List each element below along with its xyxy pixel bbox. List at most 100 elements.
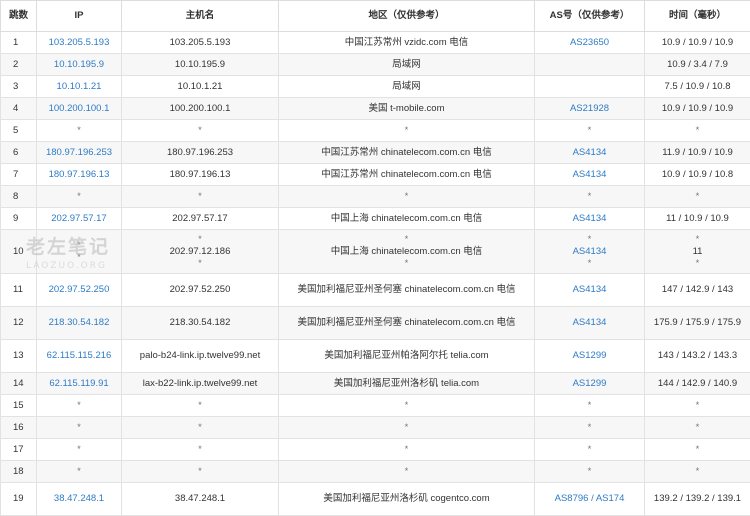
hop-text: 15 bbox=[13, 400, 33, 412]
asn-link[interactable]: AS4134 bbox=[538, 246, 641, 258]
hop-text: 13 bbox=[13, 350, 33, 362]
hostname-cell: 218.30.54.182 bbox=[122, 307, 279, 340]
time-text: 10.9 / 10.9 / 10.9 bbox=[648, 103, 747, 115]
table-row: 8***** bbox=[1, 186, 750, 208]
location-cell: 中国江苏常州 chinatelecom.com.cn 电信 bbox=[279, 164, 535, 186]
loc-text: 局域网 bbox=[285, 81, 528, 93]
hop-cell: 15 bbox=[1, 395, 37, 417]
time-cell: * bbox=[645, 439, 750, 461]
asn-link[interactable]: AS4134 bbox=[538, 147, 641, 159]
location-cell: 美国加利福尼亚州帕洛阿尔托 telia.com bbox=[279, 340, 535, 373]
location-cell: 美国加利福尼亚州圣何塞 chinatelecom.com.cn 电信 bbox=[279, 274, 535, 307]
ip-cell: 180.97.196.253 bbox=[37, 142, 122, 164]
ip-link[interactable]: 100.200.100.1 bbox=[40, 103, 118, 115]
hostname-cell: * bbox=[122, 417, 279, 439]
table-row: 5***** bbox=[1, 120, 750, 142]
hop-text: 9 bbox=[13, 213, 33, 225]
ip-text: * bbox=[40, 125, 118, 137]
ip-link[interactable]: 202.97.57.17 bbox=[40, 213, 118, 225]
asn-cell: * bbox=[535, 417, 645, 439]
hop-text: 10 bbox=[13, 246, 33, 258]
location-cell: 局域网 bbox=[279, 54, 535, 76]
table-row: 1938.47.248.138.47.248.1美国加利福尼亚州洛杉矶 coge… bbox=[1, 483, 750, 516]
asn-link[interactable]: AS1299 bbox=[538, 350, 641, 362]
ip-text: * bbox=[40, 466, 118, 478]
as-text: * bbox=[538, 466, 641, 478]
loc-text: * bbox=[285, 258, 528, 270]
table-row: 6180.97.196.253180.97.196.253中国江苏常州 chin… bbox=[1, 142, 750, 164]
time-text: 11 / 10.9 / 10.9 bbox=[648, 213, 747, 225]
location-cell: * bbox=[279, 186, 535, 208]
table-row: 12218.30.54.182218.30.54.182美国加利福尼亚州圣何塞 … bbox=[1, 307, 750, 340]
asn-cell: AS1299 bbox=[535, 373, 645, 395]
ip-cell: * bbox=[37, 395, 122, 417]
asn-link[interactable]: AS21928 bbox=[538, 103, 641, 115]
host-text: * bbox=[125, 466, 275, 478]
time-cell: * bbox=[645, 120, 750, 142]
hop-cell: 14 bbox=[1, 373, 37, 395]
time-cell: 10.9 / 10.9 / 10.8 bbox=[645, 164, 750, 186]
hop-cell: 10 bbox=[1, 230, 37, 274]
hop-cell: 9 bbox=[1, 208, 37, 230]
asn-link[interactable]: AS4134 bbox=[538, 213, 641, 225]
loc-text: 中国上海 chinatelecom.com.cn 电信 bbox=[285, 246, 528, 258]
as-text: * bbox=[538, 444, 641, 456]
loc-text: 美国 t-mobile.com bbox=[285, 103, 528, 115]
ip-cell: 62.115.115.216 bbox=[37, 340, 122, 373]
ip-cell: * bbox=[37, 417, 122, 439]
location-cell: * bbox=[279, 439, 535, 461]
asn-cell bbox=[535, 54, 645, 76]
asn-link[interactable]: AS4134 bbox=[538, 169, 641, 181]
host-text: * bbox=[125, 422, 275, 434]
asn-link[interactable]: AS4134 bbox=[538, 317, 641, 329]
hop-cell: 1 bbox=[1, 32, 37, 54]
hop-text: 7 bbox=[13, 169, 33, 181]
host-text: 202.97.52.250 bbox=[125, 284, 275, 296]
asn-cell: AS4134 bbox=[535, 164, 645, 186]
ip-cell: 10.10.195.9 bbox=[37, 54, 122, 76]
hostname-cell: 103.205.5.193 bbox=[122, 32, 279, 54]
ip-link[interactable]: 62.115.115.216 bbox=[40, 350, 118, 362]
asn-cell: * bbox=[535, 186, 645, 208]
asn-cell: AS8796 / AS174 bbox=[535, 483, 645, 516]
ip-link[interactable]: 202.97.52.250 bbox=[40, 284, 118, 296]
time-cell: *11* bbox=[645, 230, 750, 274]
ip-link[interactable]: 62.115.119.91 bbox=[40, 378, 118, 390]
asn-link[interactable]: AS4134 bbox=[538, 284, 641, 296]
host-text: * bbox=[125, 191, 275, 203]
ip-cell: 202.97.52.250 bbox=[37, 274, 122, 307]
time-text: * bbox=[648, 466, 747, 478]
hop-text: 8 bbox=[13, 191, 33, 203]
time-cell: 139.2 / 139.2 / 139.1 bbox=[645, 483, 750, 516]
as-text: * bbox=[538, 400, 641, 412]
ip-link[interactable]: 103.205.5.193 bbox=[40, 37, 118, 49]
host-text: palo-b24-link.ip.twelve99.net bbox=[125, 350, 275, 362]
ip-link[interactable]: 180.97.196.253 bbox=[40, 147, 118, 159]
asn-link[interactable]: AS1299 bbox=[538, 378, 641, 390]
as-text: * bbox=[538, 125, 641, 137]
ip-cell: 10.10.1.21 bbox=[37, 76, 122, 98]
ip-cell: 62.115.119.91 bbox=[37, 373, 122, 395]
loc-text: * bbox=[285, 422, 528, 434]
ip-link[interactable]: 10.10.1.21 bbox=[40, 81, 118, 93]
asn-link[interactable]: AS23650 bbox=[538, 37, 641, 49]
location-cell: 美国加利福尼亚州圣何塞 chinatelecom.com.cn 电信 bbox=[279, 307, 535, 340]
header-hostname: 主机名 bbox=[122, 1, 279, 32]
loc-text: 中国江苏常州 chinatelecom.com.cn 电信 bbox=[285, 147, 528, 159]
asn-cell: AS4134 bbox=[535, 274, 645, 307]
host-text: 180.97.196.253 bbox=[125, 147, 275, 159]
header-location: 地区（仅供参考） bbox=[279, 1, 535, 32]
ip-link[interactable]: 218.30.54.182 bbox=[40, 317, 118, 329]
hop-cell: 13 bbox=[1, 340, 37, 373]
loc-text: * bbox=[285, 400, 528, 412]
loc-text: * bbox=[285, 444, 528, 456]
host-text: 103.205.5.193 bbox=[125, 37, 275, 49]
host-text: 180.97.196.13 bbox=[125, 169, 275, 181]
ip-link[interactable]: 180.97.196.13 bbox=[40, 169, 118, 181]
time-cell: * bbox=[645, 186, 750, 208]
hop-text: 18 bbox=[13, 466, 33, 478]
host-text: lax-b22-link.ip.twelve99.net bbox=[125, 378, 275, 390]
time-text: * bbox=[648, 422, 747, 434]
table-row: 310.10.1.2110.10.1.21局域网7.5 / 10.9 / 10.… bbox=[1, 76, 750, 98]
ip-link[interactable]: 10.10.195.9 bbox=[40, 59, 118, 71]
